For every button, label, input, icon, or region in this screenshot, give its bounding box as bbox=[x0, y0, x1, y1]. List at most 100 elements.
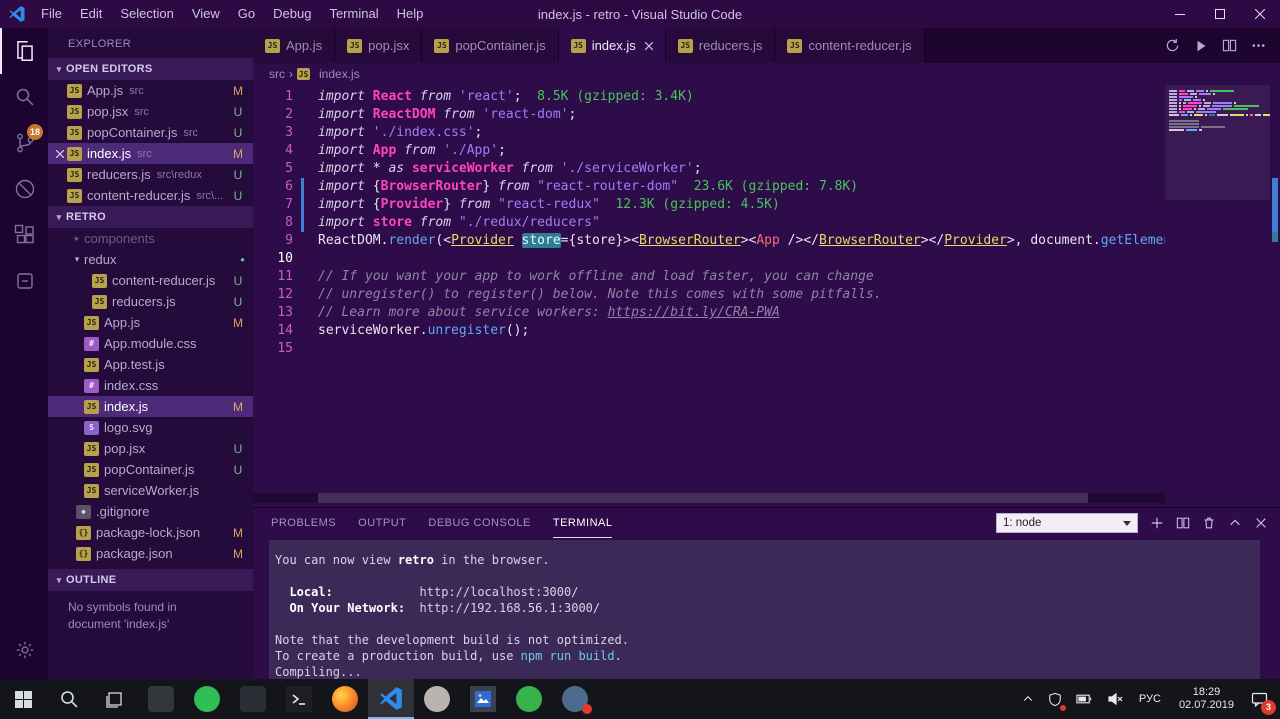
tree-item-serviceWorker.js[interactable]: JS serviceWorker.js bbox=[48, 480, 253, 501]
close-button[interactable] bbox=[1240, 0, 1280, 28]
taskbar-app-gray-circle-app[interactable] bbox=[414, 679, 460, 719]
menu-debug[interactable]: Debug bbox=[264, 0, 320, 28]
menu-go[interactable]: Go bbox=[229, 0, 264, 28]
tree-item-redux[interactable]: ▾ redux ● bbox=[48, 249, 253, 270]
terminal-output[interactable]: You can now view retro in the browser. L… bbox=[269, 540, 1260, 679]
more-actions-button[interactable] bbox=[1251, 38, 1266, 53]
close-icon[interactable] bbox=[52, 149, 67, 158]
tree-item-App.module.css[interactable]: # App.module.css bbox=[48, 333, 253, 354]
menu-view[interactable]: View bbox=[183, 0, 229, 28]
open-editor-content-reducer.js[interactable]: JS content-reducer.js src\... U bbox=[48, 185, 253, 206]
split-terminal-button[interactable] bbox=[1176, 516, 1190, 530]
breadcrumb-item-src[interactable]: src bbox=[269, 67, 285, 81]
open-editor-App.js[interactable]: JS App.js src M bbox=[48, 80, 253, 101]
maximize-button[interactable] bbox=[1200, 0, 1240, 28]
code-token: from bbox=[396, 143, 444, 158]
breadcrumb[interactable]: src › JS index.js bbox=[253, 63, 1280, 85]
tree-item-components[interactable]: ▸ components bbox=[48, 228, 253, 249]
activity-source-control[interactable]: 18 bbox=[0, 120, 48, 166]
tree-item-index.css[interactable]: # index.css bbox=[48, 375, 253, 396]
tree-item-pop.jsx[interactable]: JS pop.jsx U bbox=[48, 438, 253, 459]
terminal-picker[interactable]: 1: node bbox=[996, 513, 1138, 533]
activity-extensions[interactable] bbox=[0, 212, 48, 258]
open-editor-pop.jsx[interactable]: JS pop.jsx src U bbox=[48, 101, 253, 122]
notification-center-button[interactable]: 3 bbox=[1243, 679, 1280, 719]
breadcrumb-item-index.js[interactable]: index.js bbox=[319, 67, 360, 81]
tree-item-package.json[interactable]: {} package.json M bbox=[48, 543, 253, 564]
menu-help[interactable]: Help bbox=[388, 0, 433, 28]
scrollbar-thumb[interactable] bbox=[318, 493, 1088, 503]
taskbar-app-messenger-green[interactable] bbox=[184, 679, 230, 719]
taskbar-search-button[interactable] bbox=[46, 679, 92, 719]
project-header[interactable]: ▾ RETRO bbox=[48, 206, 253, 228]
open-editor-reducers.js[interactable]: JS reducers.js src\redux U bbox=[48, 164, 253, 185]
menu-terminal[interactable]: Terminal bbox=[320, 0, 387, 28]
outline-header[interactable]: ▾ OUTLINE bbox=[48, 569, 253, 591]
activity-search[interactable] bbox=[0, 74, 48, 120]
panel-tab-problems[interactable]: PROBLEMS bbox=[271, 508, 336, 538]
antivirus-icon[interactable] bbox=[1041, 679, 1069, 719]
taskbar-clock[interactable]: 18:29 02.07.2019 bbox=[1170, 679, 1243, 719]
code-text: import ReactDOM from 'react-dom'; bbox=[318, 106, 576, 124]
taskbar-app-dark-app[interactable] bbox=[230, 679, 276, 719]
taskbar-app-command-prompt[interactable] bbox=[276, 679, 322, 719]
tree-item-reducers.js[interactable]: JS reducers.js U bbox=[48, 291, 253, 312]
activity-debug[interactable] bbox=[0, 166, 48, 212]
tree-item-package-lock.json[interactable]: {} package-lock.json M bbox=[48, 522, 253, 543]
tree-item-index.js[interactable]: JS index.js M bbox=[48, 396, 253, 417]
code-editor[interactable]: 1 import React from 'react'; 8.5K (gzippe… bbox=[253, 85, 1280, 358]
open-editor-index.js[interactable]: JS index.js src M bbox=[48, 143, 253, 164]
maximize-panel-button[interactable] bbox=[1228, 516, 1242, 530]
minimap-token bbox=[1199, 93, 1211, 95]
kill-terminal-button[interactable] bbox=[1202, 516, 1216, 530]
taskbar-app-messenger-green-2[interactable] bbox=[506, 679, 552, 719]
minimize-button[interactable] bbox=[1160, 0, 1200, 28]
tab-reducers.js[interactable]: JS reducers.js bbox=[665, 28, 776, 63]
sync-button[interactable] bbox=[1165, 38, 1180, 53]
open-editors-header[interactable]: ▾ OPEN EDITORS bbox=[48, 58, 253, 80]
volume-muted-icon[interactable] bbox=[1100, 679, 1130, 719]
tree-item-content-reducer.js[interactable]: JS content-reducer.js U bbox=[48, 270, 253, 291]
tree-item-popContainer.js[interactable]: JS popContainer.js U bbox=[48, 459, 253, 480]
taskbar-app-photos[interactable] bbox=[460, 679, 506, 719]
split-editor-button[interactable] bbox=[1222, 38, 1237, 53]
tree-item-App.js[interactable]: JS App.js M bbox=[48, 312, 253, 333]
battery-icon[interactable] bbox=[1069, 679, 1100, 719]
minimap-token bbox=[1190, 114, 1192, 116]
tab-App.js[interactable]: JS App.js bbox=[253, 28, 336, 63]
panel-tab-debug-console[interactable]: DEBUG CONSOLE bbox=[428, 508, 530, 538]
taskbar-app-mail[interactable] bbox=[138, 679, 184, 719]
run-button[interactable] bbox=[1194, 39, 1208, 53]
menu-selection[interactable]: Selection bbox=[111, 0, 182, 28]
manage-button[interactable] bbox=[0, 627, 48, 673]
taskbar-app-vscode[interactable] bbox=[368, 679, 414, 719]
panel-tab-terminal[interactable]: TERMINAL bbox=[552, 508, 613, 538]
open-editor-popContainer.js[interactable]: JS popContainer.js src U bbox=[48, 122, 253, 143]
panel-tab-output[interactable]: OUTPUT bbox=[358, 508, 406, 538]
tab-popContainer.js[interactable]: JS popContainer.js bbox=[422, 28, 559, 63]
menu-edit[interactable]: Edit bbox=[71, 0, 111, 28]
minimap-token bbox=[1179, 99, 1182, 101]
task-view-button[interactable] bbox=[92, 679, 138, 719]
start-button[interactable] bbox=[0, 679, 46, 719]
tree-item-App.test.js[interactable]: JS App.test.js bbox=[48, 354, 253, 375]
horizontal-scrollbar[interactable] bbox=[253, 493, 1165, 503]
minimap[interactable] bbox=[1165, 85, 1270, 507]
activity-explorer[interactable] bbox=[0, 28, 48, 74]
file-type-icon-js: JS bbox=[84, 441, 99, 456]
close-icon[interactable] bbox=[644, 41, 653, 50]
language-indicator[interactable]: РУС bbox=[1130, 679, 1170, 719]
taskbar-app-notify-app[interactable] bbox=[552, 679, 598, 719]
close-panel-button[interactable] bbox=[1254, 516, 1268, 530]
menu-file[interactable]: File bbox=[32, 0, 71, 28]
tree-item-.gitignore[interactable]: ◆ .gitignore bbox=[48, 501, 253, 522]
tray-expand-button[interactable] bbox=[1015, 679, 1041, 719]
activity-custom-view[interactable] bbox=[0, 258, 48, 304]
line-number: 5 bbox=[285, 161, 293, 176]
tab-index.js[interactable]: JS index.js bbox=[558, 28, 666, 63]
tab-pop.jsx[interactable]: JS pop.jsx bbox=[335, 28, 423, 63]
tab-content-reducer.js[interactable]: JS content-reducer.js bbox=[775, 28, 925, 63]
tree-item-logo.svg[interactable]: Slogo.svg bbox=[48, 417, 253, 438]
taskbar-app-firefox[interactable] bbox=[322, 679, 368, 719]
new-terminal-button[interactable] bbox=[1150, 516, 1164, 530]
